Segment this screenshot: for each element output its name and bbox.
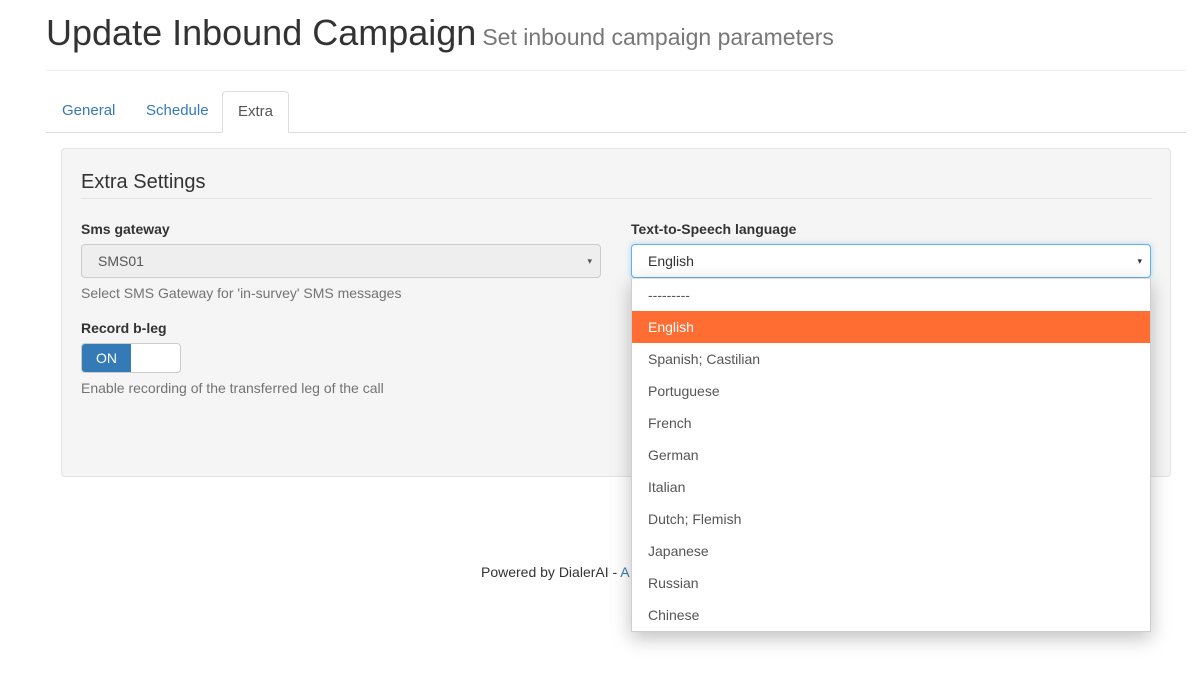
sms-gateway-label: Sms gateway [81, 221, 170, 237]
record-bleg-toggle[interactable]: ON [81, 343, 181, 373]
footer-link[interactable]: A [620, 564, 629, 580]
tts-language-value: English [648, 253, 694, 269]
sms-gateway-value: SMS01 [98, 253, 144, 269]
footer-text: Powered by DialerAI - [481, 564, 621, 580]
tab-extra[interactable]: Extra [222, 91, 290, 133]
dropdown-option-spanish[interactable]: Spanish; Castilian [632, 343, 1150, 375]
dropdown-option-chinese[interactable]: Chinese [632, 599, 1150, 631]
tab-bar: General Schedule Extra [46, 91, 1186, 133]
dropdown-option-french[interactable]: French [632, 407, 1150, 439]
record-bleg-label: Record b-leg [81, 320, 167, 336]
tts-language-dropdown: --------- English Spanish; Castilian Por… [631, 278, 1151, 632]
panel-title: Extra Settings [81, 171, 1152, 199]
chevron-down-icon: ▾ [587, 256, 592, 266]
dropdown-option-dutch[interactable]: Dutch; Flemish [632, 503, 1150, 535]
page-title-text: Update Inbound Campaign [46, 12, 477, 53]
sms-gateway-select[interactable]: SMS01 ▾ [81, 244, 601, 278]
page-header: Update Inbound Campaign Set inbound campa… [46, 10, 1186, 71]
dropdown-option-empty[interactable]: --------- [632, 279, 1150, 311]
tts-language-label: Text-to-Speech language [631, 221, 797, 237]
tts-language-select[interactable]: English ▾ [631, 244, 1151, 278]
toggle-on-state: ON [82, 344, 131, 372]
dropdown-option-russian[interactable]: Russian [632, 567, 1150, 599]
record-bleg-help: Enable recording of the transferred leg … [81, 380, 384, 396]
dropdown-option-portuguese[interactable]: Portuguese [632, 375, 1150, 407]
sms-gateway-help: Select SMS Gateway for 'in-survey' SMS m… [81, 285, 402, 301]
chevron-down-icon: ▾ [1137, 256, 1142, 266]
dropdown-option-english[interactable]: English [632, 311, 1150, 343]
dropdown-option-italian[interactable]: Italian [632, 471, 1150, 503]
dropdown-option-japanese[interactable]: Japanese [632, 535, 1150, 567]
tab-schedule[interactable]: Schedule [131, 91, 224, 133]
page-title: Update Inbound Campaign Set inbound campa… [46, 12, 834, 54]
footer: Powered by DialerAI - A [481, 564, 630, 580]
dropdown-option-german[interactable]: German [632, 439, 1150, 471]
tab-general[interactable]: General [47, 91, 130, 133]
page-subtitle: Set inbound campaign parameters [482, 24, 834, 50]
